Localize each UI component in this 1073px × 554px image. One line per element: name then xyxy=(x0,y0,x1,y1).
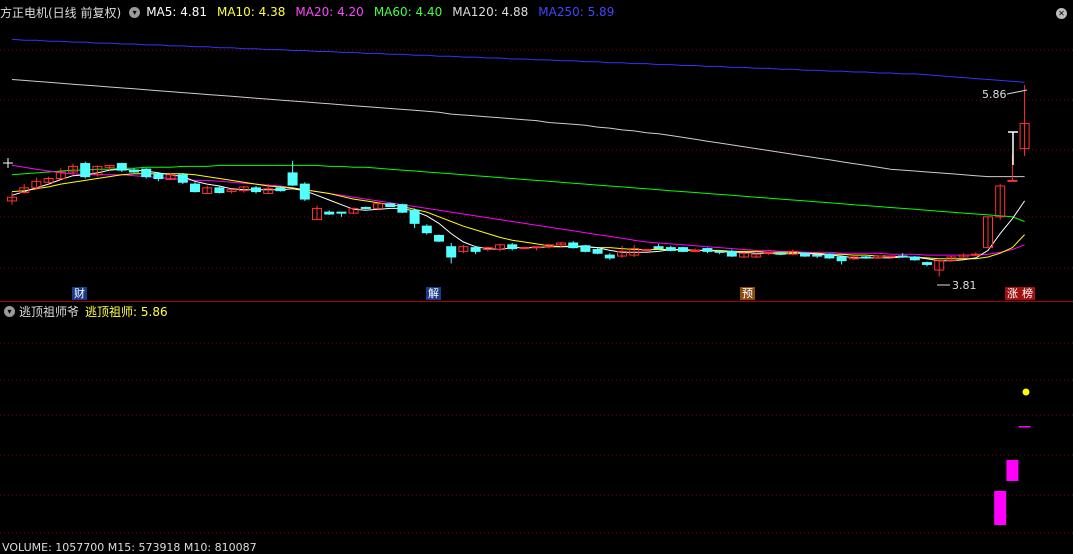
candle-body xyxy=(885,255,896,258)
candle-body xyxy=(214,187,225,194)
candle-body xyxy=(470,247,481,252)
indicator-dot xyxy=(1022,388,1030,396)
high-arrow xyxy=(1006,89,1028,95)
marker-text: 预 xyxy=(742,287,753,300)
ma250-line xyxy=(11,38,1025,83)
candle-body xyxy=(665,247,676,251)
low-price-label: 3.81 xyxy=(952,279,977,292)
candle-body xyxy=(690,249,701,252)
event-marker-rank[interactable]: 榜 xyxy=(1020,287,1035,300)
candle-body xyxy=(190,183,200,193)
candle-body xyxy=(421,225,432,234)
marker-text: 解 xyxy=(428,287,439,300)
marker-text: 涨 xyxy=(1007,287,1018,300)
candle-body xyxy=(360,206,371,209)
indicator-bar xyxy=(994,491,1007,525)
ma5-line xyxy=(11,168,1026,262)
candle-body xyxy=(641,249,652,252)
candle-body xyxy=(275,187,286,192)
candle-body xyxy=(507,244,518,250)
ma120-line xyxy=(11,79,1025,178)
indicator-settings-button[interactable]: ▾ xyxy=(4,306,15,317)
candle-body xyxy=(385,203,396,208)
candle-body xyxy=(129,169,139,173)
candle-body xyxy=(116,163,127,171)
indicator-header: ▾ 逃顶祖师爷 逃顶祖师: 5.86 xyxy=(2,303,168,320)
candle-body xyxy=(336,211,347,214)
candle-body xyxy=(324,211,335,215)
candle-body xyxy=(970,253,981,256)
candle-body xyxy=(519,247,530,250)
candle-body xyxy=(800,252,810,257)
ma10-line xyxy=(11,173,1025,260)
candle-body xyxy=(299,183,310,200)
candle-body xyxy=(909,256,920,261)
candle-body xyxy=(653,246,664,250)
candle-body xyxy=(678,247,688,252)
indicator-bar xyxy=(1018,426,1031,428)
indicator-value: 逃顶祖师: 5.86 xyxy=(85,305,168,319)
candle-body xyxy=(702,248,713,252)
candle-body xyxy=(726,250,737,257)
candle-body xyxy=(580,245,591,252)
candle-body xyxy=(568,242,579,249)
marker-text: 榜 xyxy=(1022,287,1033,300)
marker-text: 财 xyxy=(74,287,85,300)
candle-body xyxy=(409,209,420,224)
volume-label: VOLUME: 1057700 M15: 573918 M10: 810087 xyxy=(2,541,257,554)
candle-body xyxy=(763,251,774,254)
event-marker-financial[interactable]: 财 xyxy=(72,287,87,300)
candle-body xyxy=(604,254,615,259)
candle-body xyxy=(922,262,932,265)
candle-body xyxy=(80,163,91,178)
event-marker-rise[interactable]: 涨 xyxy=(1005,287,1020,300)
candle-body xyxy=(446,246,457,258)
panel-divider xyxy=(0,301,1073,302)
candle-body xyxy=(861,256,871,259)
candle-body xyxy=(824,253,835,259)
candle-body xyxy=(434,234,444,242)
candle-body xyxy=(897,255,908,258)
price-chart[interactable] xyxy=(0,0,1073,300)
high-price-label: 5.86 xyxy=(982,88,1007,101)
candle-body xyxy=(251,187,261,193)
event-marker-forecast[interactable]: 预 xyxy=(740,287,755,300)
candle-body xyxy=(592,249,603,254)
candle-body xyxy=(287,172,298,186)
candle-body xyxy=(141,168,152,178)
candle-body xyxy=(836,256,847,262)
candle-body xyxy=(177,174,188,183)
indicator-bar xyxy=(1006,460,1019,481)
candle-body xyxy=(531,246,542,249)
candle-body xyxy=(775,252,786,255)
candle-body xyxy=(1007,179,1018,182)
candle-body xyxy=(714,250,725,253)
event-marker-unlock[interactable]: 解 xyxy=(426,287,441,300)
indicator-name[interactable]: 逃顶祖师爷 xyxy=(19,303,79,320)
candle-body xyxy=(153,173,164,180)
candle-body xyxy=(397,204,408,213)
candle-body xyxy=(812,254,823,257)
